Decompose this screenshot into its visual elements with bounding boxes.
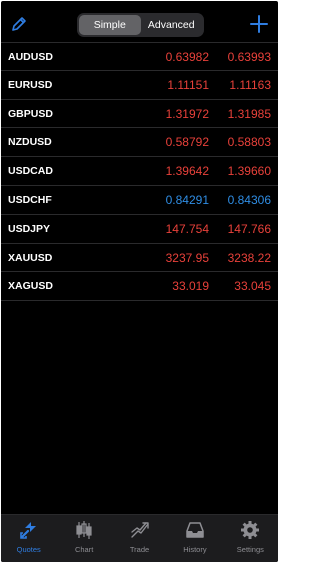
quotes-list: AUDUSD 0.63982 0.63993 EURUSD 1.11151 1.11163… — [1, 42, 278, 302]
quote-ask-price: 147.766 — [227, 221, 271, 236]
quote-ask-price: 1.31985 — [227, 106, 271, 121]
quote-ask-price: 0.58803 — [227, 135, 271, 150]
tab-history-label: History — [183, 545, 207, 554]
app-screen: Simple Advanced AUDUSD 0.63982 0.63993 EURU… — [1, 1, 278, 562]
quote-row-xagusd[interactable]: XAGUSD 33.019 33.045 — [1, 272, 278, 302]
segment-advanced[interactable]: Advanced — [141, 15, 203, 35]
quote-symbol: NZDUSD — [8, 136, 52, 149]
quote-bid-price: 0.84291 — [165, 192, 209, 207]
top-toolbar: Simple Advanced — [1, 1, 278, 47]
quotes-icon — [19, 522, 36, 539]
tab-settings[interactable]: Settings — [223, 515, 278, 562]
tab-history[interactable]: History — [167, 515, 222, 562]
quote-symbol: USDCHF — [8, 193, 52, 206]
quote-symbol: XAUUSD — [8, 251, 53, 264]
tab-trade-label: Trade — [129, 545, 150, 554]
quote-row-xauusd[interactable]: XAUUSD 3237.95 3238.22 — [1, 244, 278, 273]
tab-bar: Quotes Chart Trade History Settings — [1, 514, 278, 562]
quote-symbol: EURUSD — [8, 78, 53, 91]
quote-bid-price: 33.019 — [172, 279, 209, 294]
quote-bid-price: 0.63982 — [165, 50, 209, 64]
quote-ask-price: 1.39660 — [227, 164, 271, 179]
quote-row-nzdusd[interactable]: NZDUSD 0.58792 0.58803 — [1, 128, 278, 158]
quote-row-gbpusd[interactable]: GBPUSD 1.31972 1.31985 — [1, 100, 278, 129]
quote-row-audusd[interactable]: AUDUSD 0.63982 0.63993 — [1, 42, 278, 71]
quote-symbol: AUDUSD — [8, 51, 53, 63]
quote-row-usdcad[interactable]: USDCAD 1.39642 1.39660 — [1, 157, 278, 186]
quote-row-eurusd[interactable]: EURUSD 1.11151 1.11163 — [1, 71, 278, 100]
tab-settings-label: Settings — [236, 545, 264, 554]
segment-simple[interactable]: Simple — [79, 15, 141, 35]
quote-ask-price: 0.84306 — [227, 192, 271, 207]
tab-quotes-label: Quotes — [16, 545, 41, 554]
history-inbox-icon — [186, 522, 204, 538]
view-mode-segmented-control: Simple Advanced — [77, 13, 204, 37]
quote-symbol: USDJPY — [8, 222, 51, 235]
quote-ask-price: 1.11163 — [229, 77, 271, 92]
edit-button[interactable] — [10, 15, 28, 33]
tab-quotes[interactable]: Quotes — [1, 515, 56, 562]
quote-bid-price: 1.11151 — [167, 77, 209, 92]
plus-icon — [250, 15, 268, 33]
quote-bid-price: 0.58792 — [165, 135, 209, 150]
quote-ask-price: 33.045 — [234, 279, 271, 294]
quote-ask-price: 0.63993 — [227, 50, 271, 64]
pencil-icon — [12, 17, 26, 31]
quote-row-usdjpy[interactable]: USDJPY 147.754 147.766 — [1, 215, 278, 244]
tab-chart[interactable]: Chart — [56, 515, 111, 562]
quote-symbol: USDCAD — [8, 165, 53, 178]
tab-chart-label: Chart — [74, 545, 94, 554]
gear-icon — [241, 521, 260, 539]
quote-ask-price: 3238.22 — [227, 250, 271, 265]
trade-trend-icon — [130, 522, 149, 538]
quote-bid-price: 1.31972 — [165, 106, 209, 121]
add-symbol-button[interactable] — [249, 14, 269, 34]
quote-symbol: GBPUSD — [8, 107, 53, 120]
quote-bid-price: 3237.95 — [165, 250, 209, 265]
quote-symbol: XAGUSD — [8, 280, 53, 293]
quote-row-usdchf[interactable]: USDCHF 0.84291 0.84306 — [1, 186, 278, 215]
quote-bid-price: 147.754 — [165, 221, 209, 236]
quote-bid-price: 1.39642 — [165, 164, 209, 179]
candlestick-chart-icon — [76, 521, 92, 539]
tab-trade[interactable]: Trade — [112, 515, 167, 562]
